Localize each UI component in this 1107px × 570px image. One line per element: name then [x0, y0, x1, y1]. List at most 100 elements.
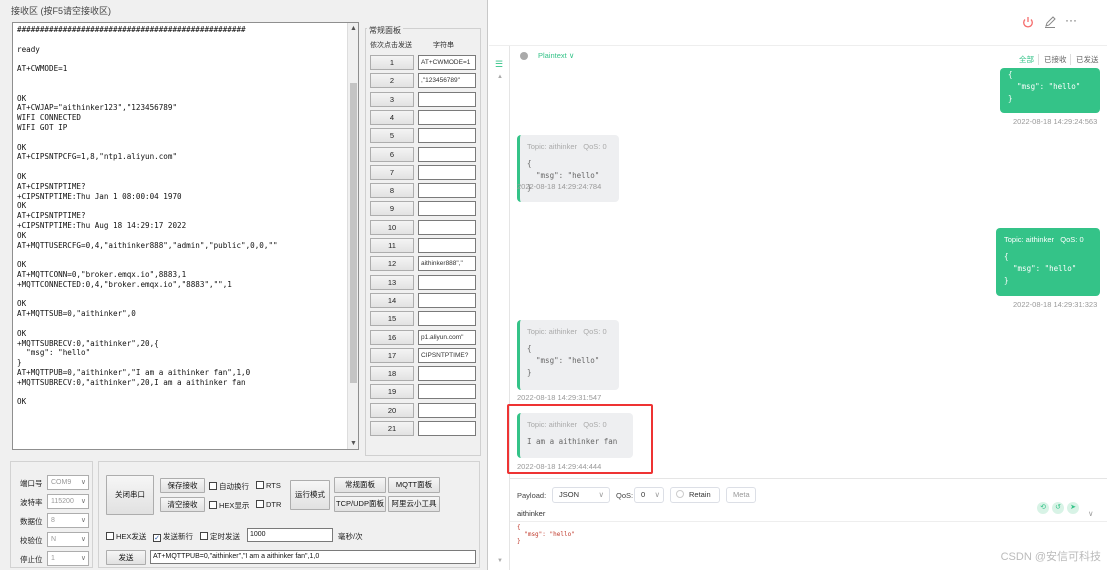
- multi-send-button[interactable]: 11: [370, 238, 414, 253]
- databits-label: 数据位: [20, 517, 43, 526]
- multi-send-input[interactable]: p1.aliyun.com": [418, 329, 476, 345]
- multi-send-button[interactable]: 21: [370, 421, 414, 436]
- multi-send-button[interactable]: 2: [370, 73, 414, 89]
- multi-send-button[interactable]: 14: [370, 292, 414, 308]
- meta-button[interactable]: Meta: [726, 487, 756, 503]
- baud-select[interactable]: 115200 ∨: [47, 494, 89, 509]
- recv-text: ########################################…: [17, 25, 278, 407]
- power-icon[interactable]: [1022, 16, 1034, 32]
- multi-send-button[interactable]: 9: [370, 201, 414, 217]
- hex-show-checkbox[interactable]: HEX显示: [209, 500, 249, 511]
- send-input[interactable]: AT+MQTTPUB=0,"aithinker","I am a aithink…: [150, 550, 476, 564]
- port-select[interactable]: COM9 ∨: [47, 475, 89, 490]
- checkbox-box[interactable]: [106, 532, 114, 540]
- normal-panel-button[interactable]: 常规面板: [334, 477, 386, 493]
- multi-send-input[interactable]: ,"123456789": [418, 73, 476, 89]
- multi-send-button[interactable]: 18: [370, 366, 414, 382]
- edit-icon[interactable]: [1044, 15, 1056, 31]
- filter-sent[interactable]: 已发送: [1070, 54, 1099, 65]
- auto-wrap-checkbox[interactable]: 自动换行: [209, 481, 249, 492]
- menu-fold-icon[interactable]: ☰: [495, 59, 503, 70]
- multi-send-input[interactable]: [418, 274, 476, 290]
- multi-send-button[interactable]: 16: [370, 329, 414, 345]
- hex-send-checkbox[interactable]: HEX发送: [106, 531, 146, 542]
- scroll-down-icon[interactable]: ▼: [348, 438, 358, 449]
- mqtt-panel-button[interactable]: MQTT面板: [388, 477, 440, 493]
- multi-send-input[interactable]: CIPSNTPTIME?: [418, 347, 476, 363]
- multi-send-button[interactable]: 15: [370, 311, 414, 327]
- checkbox-box[interactable]: [256, 500, 264, 508]
- checkbox-box[interactable]: [209, 501, 217, 509]
- dtr-checkbox[interactable]: DTR: [256, 500, 281, 509]
- payload-editor[interactable]: { "msg": "hello" }: [517, 524, 575, 545]
- multi-send-button[interactable]: 7: [370, 164, 414, 180]
- multi-send-button[interactable]: 1: [370, 55, 414, 70]
- multi-send-input[interactable]: [418, 292, 476, 308]
- retain-toggle[interactable]: Retain: [670, 487, 720, 503]
- save-recv-button[interactable]: 保存接收: [160, 478, 205, 493]
- send-newline-checkbox[interactable]: ✓ 发送新行: [153, 531, 193, 542]
- databits-select[interactable]: 8 ∨: [47, 513, 89, 528]
- checkbox-box[interactable]: [200, 532, 208, 540]
- qos-select[interactable]: 0 ∨: [634, 487, 664, 503]
- checkbox-box[interactable]: [209, 482, 217, 490]
- filter-all[interactable]: 全部: [1019, 54, 1034, 65]
- multi-send-button[interactable]: 4: [370, 109, 414, 125]
- multi-send-button[interactable]: 5: [370, 128, 414, 144]
- scroll-thumb[interactable]: [350, 83, 357, 383]
- multi-send-input[interactable]: [418, 366, 476, 382]
- multi-send-button[interactable]: 13: [370, 274, 414, 290]
- multi-send-button[interactable]: 10: [370, 219, 414, 235]
- rts-checkbox[interactable]: RTS: [256, 481, 281, 490]
- timed-send-checkbox[interactable]: 定时发送: [200, 531, 240, 542]
- topic-input[interactable]: aithinker: [517, 509, 545, 518]
- multi-send-input[interactable]: [418, 164, 476, 180]
- multi-send-input[interactable]: [418, 91, 476, 107]
- more-icon[interactable]: ···: [1065, 13, 1077, 27]
- multi-send-input[interactable]: aithinker888",": [418, 256, 476, 272]
- chevron-down-icon: ∨: [80, 517, 86, 524]
- multi-send-input[interactable]: [418, 109, 476, 125]
- scroll-up-icon[interactable]: ▲: [348, 23, 358, 34]
- multi-send-input[interactable]: [418, 183, 476, 199]
- aliyun-tool-button[interactable]: 阿里云小工具: [388, 496, 440, 512]
- multi-send-input[interactable]: [418, 421, 476, 436]
- multi-send-input[interactable]: [418, 146, 476, 162]
- chevron-down-icon[interactable]: ∨: [1088, 509, 1094, 518]
- recv-textarea[interactable]: ########################################…: [12, 22, 359, 450]
- multi-send-button[interactable]: 19: [370, 384, 414, 400]
- multi-send-button[interactable]: 17: [370, 347, 414, 363]
- recv-scrollbar[interactable]: ▲ ▼: [347, 23, 358, 449]
- clear-recv-button[interactable]: 清空接收: [160, 497, 205, 512]
- payload-format-select[interactable]: JSON ∨: [552, 487, 610, 503]
- multi-send-input[interactable]: [418, 311, 476, 327]
- scroll-down-icon[interactable]: ▼: [497, 558, 503, 564]
- tcp-udp-panel-button[interactable]: TCP/UDP面板: [334, 496, 386, 512]
- run-mode-button[interactable]: 运行模式: [290, 480, 330, 510]
- clear-icon[interactable]: ⟲: [1037, 502, 1049, 514]
- filter-received[interactable]: 已接收: [1038, 54, 1067, 65]
- multi-send-input[interactable]: [418, 219, 476, 235]
- multi-send-button[interactable]: 12: [370, 256, 414, 272]
- close-port-button[interactable]: 关闭串口: [106, 475, 154, 515]
- check-icon[interactable]: ✓: [153, 534, 161, 542]
- history-icon[interactable]: ↺: [1052, 502, 1064, 514]
- parity-select[interactable]: N ∨: [47, 532, 89, 547]
- interval-input[interactable]: 1000: [247, 528, 333, 542]
- send-icon[interactable]: ➤: [1067, 502, 1079, 514]
- scroll-up-icon[interactable]: ▲: [497, 74, 503, 80]
- multi-send-input[interactable]: [418, 128, 476, 144]
- multi-send-input[interactable]: [418, 402, 476, 418]
- multi-send-button[interactable]: 6: [370, 146, 414, 162]
- multi-send-input[interactable]: AT+CWMODE=1: [418, 55, 476, 70]
- multi-send-button[interactable]: 3: [370, 91, 414, 107]
- format-select[interactable]: Plaintext ∨: [538, 51, 574, 60]
- multi-send-button[interactable]: 8: [370, 183, 414, 199]
- multi-send-input[interactable]: [418, 384, 476, 400]
- send-button[interactable]: 发送: [106, 550, 146, 565]
- checkbox-box[interactable]: [256, 481, 264, 489]
- multi-send-input[interactable]: [418, 201, 476, 217]
- multi-send-input[interactable]: [418, 238, 476, 253]
- stopbits-select[interactable]: 1 ∨: [47, 551, 89, 566]
- multi-send-button[interactable]: 20: [370, 402, 414, 418]
